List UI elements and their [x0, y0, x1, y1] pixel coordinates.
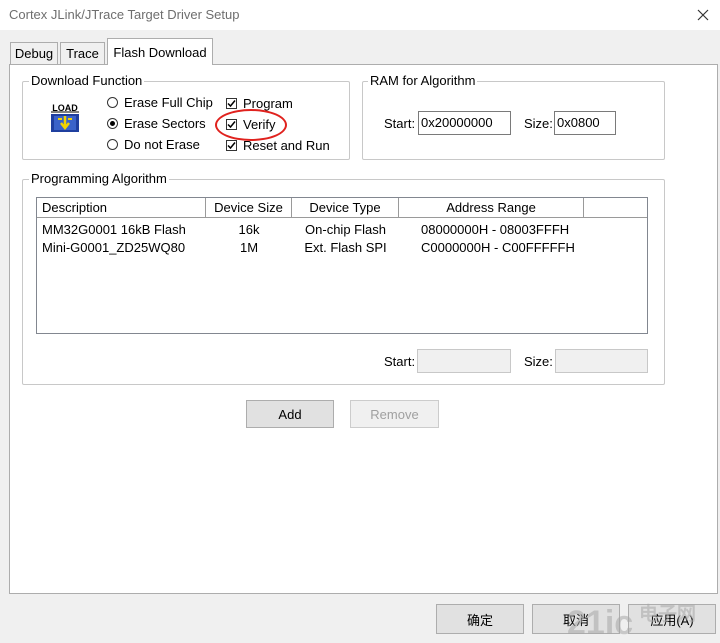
do-not-erase-label: Do not Erase	[124, 137, 200, 152]
row-description: MM32G0001 16kB Flash	[42, 222, 186, 237]
program-checkbox[interactable]	[226, 98, 237, 109]
erase-full-chip-radio[interactable]	[107, 97, 118, 108]
erase-sectors-label: Erase Sectors	[124, 116, 206, 131]
algorithm-size-input[interactable]	[555, 349, 648, 373]
reset-and-run-checkbox[interactable]	[226, 140, 237, 151]
row-size: 16k	[238, 222, 260, 237]
download-function-label: Download Function	[29, 73, 145, 88]
row-type: On-chip Flash	[305, 222, 386, 237]
load-icon: LOAD	[50, 102, 80, 132]
ram-size-value: 0x0800	[557, 115, 600, 130]
tab-debug-label: Debug	[14, 46, 54, 61]
algorithm-size-label: Size:	[524, 354, 553, 369]
algorithm-start-label: Start:	[384, 354, 416, 369]
table-row[interactable]: MM32G0001 16kB Flash 16k On-chip Flash 0…	[37, 221, 647, 239]
remove-button[interactable]: Remove	[350, 400, 439, 428]
ok-button[interactable]: 确定	[436, 604, 524, 634]
table-row[interactable]: Mini-G0001_ZD25WQ80 1M Ext. Flash SPI C0…	[37, 239, 647, 257]
highlight-annotation	[215, 109, 287, 141]
ram-start-input[interactable]: 0x20000000	[418, 111, 511, 135]
checkmark-icon	[227, 100, 236, 108]
column-header-description[interactable]: Description	[37, 198, 206, 218]
svg-text:电子网: 电子网	[639, 602, 696, 625]
row-description: Mini-G0001_ZD25WQ80	[42, 240, 186, 255]
close-icon	[697, 9, 709, 21]
erase-full-chip-label: Erase Full Chip	[124, 95, 213, 110]
svg-text:21ic: 21ic	[567, 604, 633, 642]
do-not-erase-radio[interactable]	[107, 139, 118, 150]
remove-button-label: Remove	[370, 406, 419, 422]
watermark-logo: 21ic 电子网	[567, 602, 696, 642]
close-button[interactable]	[686, 2, 720, 28]
algorithm-list[interactable]: Description Device Size Device Type Addr…	[36, 197, 648, 334]
ram-size-input[interactable]: 0x0800	[554, 111, 616, 135]
programming-algorithm-label: Programming Algorithm	[29, 171, 169, 186]
column-header-address-range[interactable]: Address Range	[399, 198, 584, 218]
tab-flash-download-label: Flash Download	[113, 44, 207, 60]
title-bar: Cortex JLink/JTrace Target Driver Setup	[0, 0, 720, 30]
ok-button-label: 确定	[466, 612, 493, 628]
tab-trace[interactable]: Trace	[60, 42, 105, 64]
column-header-device-size[interactable]: Device Size	[206, 198, 292, 218]
ram-for-algorithm-label: RAM for Algorithm	[368, 73, 478, 88]
ram-start-label: Start:	[384, 116, 416, 131]
add-button-label: Add	[278, 406, 302, 422]
row-range: C0000000H - C00FFFFFH	[421, 240, 575, 255]
erase-sectors-radio[interactable]	[107, 118, 118, 129]
column-header-device-type[interactable]: Device Type	[292, 198, 399, 218]
tab-flash-download[interactable]: Flash Download	[107, 38, 213, 65]
add-button[interactable]: Add	[246, 400, 334, 428]
window-title: Cortex JLink/JTrace Target Driver Setup	[9, 7, 240, 22]
tab-debug[interactable]: Debug	[10, 42, 58, 64]
row-size: 1M	[239, 240, 259, 255]
algorithm-start-input[interactable]	[417, 349, 511, 373]
row-type: Ext. Flash SPI	[304, 240, 387, 255]
tab-trace-label: Trace	[66, 46, 99, 61]
row-range: 08000000H - 08003FFFH	[421, 222, 570, 237]
column-header-filler	[584, 198, 647, 218]
checkmark-icon	[227, 142, 236, 150]
ram-size-label: Size:	[524, 116, 553, 131]
ram-start-value: 0x20000000	[421, 115, 493, 130]
